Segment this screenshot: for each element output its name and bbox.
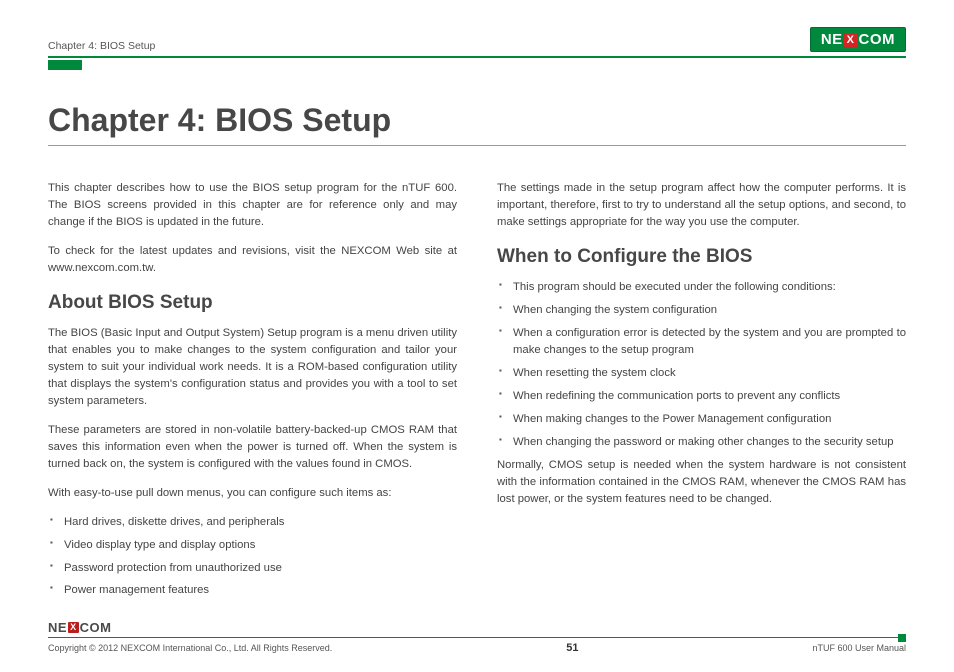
list-item: When resetting the system clock xyxy=(499,365,906,382)
about-paragraph-1: The BIOS (Basic Input and Output System)… xyxy=(48,325,457,410)
logo-text-pre: NE xyxy=(48,620,67,635)
copyright-text: Copyright © 2012 NEXCOM International Co… xyxy=(48,643,332,653)
logo-text-post: COM xyxy=(859,31,896,48)
list-item: When changing the password or making oth… xyxy=(499,434,906,451)
intro-paragraph-2: To check for the latest updates and revi… xyxy=(48,243,457,277)
list-item: Hard drives, diskette drives, and periph… xyxy=(50,514,457,531)
list-item: When a configuration error is detected b… xyxy=(499,325,906,359)
logo-text-post: COM xyxy=(80,620,112,635)
heading-about-bios: About BIOS Setup xyxy=(48,289,457,318)
list-item: This program should be executed under th… xyxy=(499,279,906,296)
right-intro-paragraph: The settings made in the setup program a… xyxy=(497,180,906,231)
list-item: When redefining the communication ports … xyxy=(499,388,906,405)
document-name: nTUF 600 User Manual xyxy=(812,643,906,653)
running-head: Chapter 4: BIOS Setup xyxy=(48,40,155,52)
heading-when-configure: When to Configure the BIOS xyxy=(497,243,906,272)
about-paragraph-3: With easy-to-use pull down menus, you ca… xyxy=(48,485,457,502)
logo-x-icon: X xyxy=(844,33,858,47)
footer-accent-block xyxy=(898,634,906,642)
brand-logo-footer: NE X COM xyxy=(48,620,906,635)
list-item: When making changes to the Power Managem… xyxy=(499,411,906,428)
right-closing-paragraph: Normally, CMOS setup is needed when the … xyxy=(497,457,906,508)
list-item: Video display type and display options xyxy=(50,537,457,554)
list-item: When changing the system configuration xyxy=(499,302,906,319)
intro-paragraph-1: This chapter describes how to use the BI… xyxy=(48,180,457,231)
chapter-title: Chapter 4: BIOS Setup xyxy=(48,102,906,146)
header-accent-block xyxy=(48,60,82,70)
column-left: This chapter describes how to use the BI… xyxy=(48,180,457,605)
page-footer: NE X COM Copyright © 2012 NEXCOM Interna… xyxy=(48,620,906,655)
header-rule xyxy=(48,56,906,58)
page-number: 51 xyxy=(566,642,578,654)
when-bullet-list: This program should be executed under th… xyxy=(497,279,906,451)
column-right: The settings made in the setup program a… xyxy=(497,180,906,605)
list-item: Power management features xyxy=(50,582,457,599)
brand-logo-header: NE X COM xyxy=(810,27,906,52)
about-bullet-list: Hard drives, diskette drives, and periph… xyxy=(48,514,457,600)
about-paragraph-2: These parameters are stored in non-volat… xyxy=(48,422,457,473)
logo-x-icon: X xyxy=(68,622,79,633)
footer-rule xyxy=(48,637,906,639)
list-item: Password protection from unauthorized us… xyxy=(50,560,457,577)
logo-text-pre: NE xyxy=(821,31,843,48)
